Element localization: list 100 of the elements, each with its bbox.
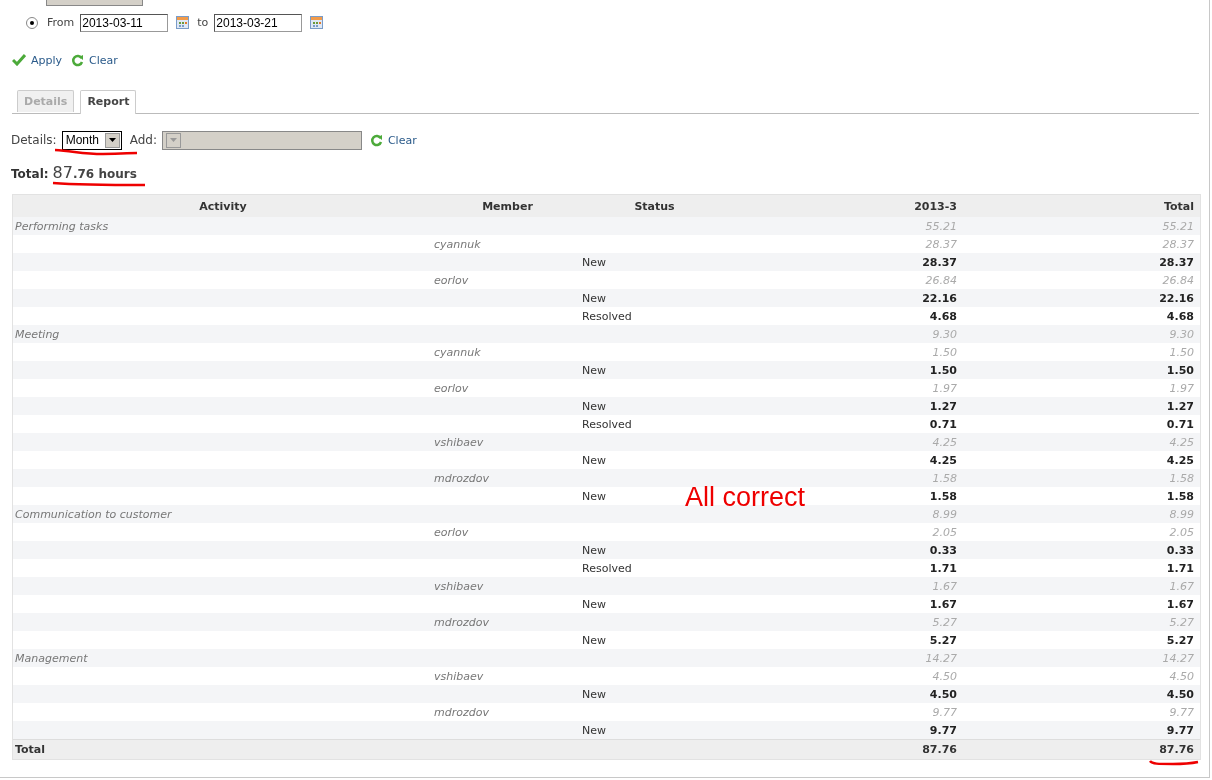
- hours-cell: 55.21: [925, 219, 957, 233]
- hours-cell: 9.77: [932, 705, 957, 719]
- hours-cell: 14.27: [925, 651, 957, 665]
- hours-cell: 0.71: [1166, 417, 1194, 431]
- to-label: to: [197, 16, 209, 29]
- total-value: 87.76 hours: [52, 163, 137, 182]
- hours-cell: 4.25: [929, 453, 957, 467]
- member-cell: cyannuk: [434, 345, 481, 359]
- column-header: Status: [633, 199, 676, 213]
- status-cell: New: [582, 633, 606, 647]
- total-label: Total:: [11, 167, 49, 181]
- refresh-icon[interactable]: [369, 133, 383, 147]
- status-cell: New: [582, 255, 606, 269]
- hours-cell: 1.27: [1166, 399, 1194, 413]
- hours-cell: 5.27: [929, 633, 957, 647]
- status-cell: New: [582, 363, 606, 377]
- status-cell: New: [582, 687, 606, 701]
- hours-cell: 28.37: [925, 237, 957, 251]
- hours-cell: 5.27: [932, 615, 957, 629]
- action-link[interactable]: Apply: [31, 53, 63, 67]
- date-input-field[interactable]: 2013-03-21: [214, 13, 303, 32]
- member-cell: eorlov: [434, 381, 469, 395]
- hours-cell: 1.67: [932, 579, 957, 593]
- hours-cell: 8.99: [932, 507, 957, 521]
- column-header: Total: [1162, 199, 1195, 213]
- hours-cell: 0.33: [929, 543, 957, 557]
- member-cell: eorlov: [434, 525, 469, 539]
- hours-cell: 1.67: [929, 597, 957, 611]
- refresh-icon[interactable]: [71, 53, 85, 67]
- hours-cell: 4.25: [1169, 435, 1194, 449]
- clear-link[interactable]: Clear: [387, 133, 417, 147]
- hours-cell: 9.30: [1169, 327, 1194, 341]
- radio-button[interactable]: [26, 16, 38, 29]
- activity-cell: Performing tasks: [15, 219, 109, 233]
- column-header: Activity: [198, 199, 248, 213]
- activity-cell: Management: [15, 651, 88, 665]
- caret-icon[interactable]: [108, 138, 116, 142]
- status-cell: Resolved: [582, 561, 632, 575]
- hours-cell: 9.77: [1166, 723, 1194, 737]
- hours-cell: 28.37: [1162, 237, 1194, 251]
- action-link[interactable]: Clear: [89, 53, 118, 67]
- hours-cell: 9.77: [1169, 705, 1194, 719]
- member-cell: vshibaev: [434, 435, 484, 449]
- hours-cell: 1.67: [1166, 597, 1194, 611]
- hours-cell: 28.37: [922, 255, 957, 269]
- hours-cell: 4.68: [1166, 309, 1194, 323]
- hours-cell: 9.77: [929, 723, 957, 737]
- total-cell: 87.76: [1159, 743, 1194, 756]
- checkmark-icon[interactable]: [12, 54, 26, 66]
- hours-cell: 1.27: [929, 399, 957, 413]
- hours-cell: 26.84: [925, 273, 957, 287]
- column-header: Member: [481, 199, 534, 213]
- details-dropdown[interactable]: Month: [61, 130, 122, 150]
- hours-cell: 1.67: [1169, 579, 1194, 593]
- hours-cell: 1.71: [929, 561, 957, 575]
- hours-cell: 1.50: [1169, 345, 1194, 359]
- hours-cell: 22.16: [922, 291, 957, 305]
- hours-cell: 4.50: [929, 687, 957, 701]
- total-cell: 87.76: [922, 743, 957, 756]
- status-cell: New: [582, 723, 606, 737]
- tab[interactable]: Report: [80, 90, 137, 114]
- hours-cell: 4.50: [932, 669, 957, 683]
- status-cell: New: [582, 453, 606, 467]
- hours-cell: 4.25: [1166, 453, 1194, 467]
- status-cell: New: [582, 399, 606, 413]
- member-cell: vshibaev: [434, 579, 484, 593]
- member-cell: vshibaev: [434, 669, 484, 683]
- hours-cell: 0.71: [929, 417, 957, 431]
- calendar-icon[interactable]: [176, 16, 190, 29]
- member-cell: eorlov: [434, 273, 469, 287]
- hours-cell: 1.97: [1169, 381, 1194, 395]
- hours-cell: 14.27: [1162, 651, 1194, 665]
- total-label: Total: [15, 743, 46, 756]
- hours-cell: 4.50: [1169, 669, 1194, 683]
- date-input-field[interactable]: 2013-03-11: [80, 13, 169, 32]
- hours-cell: 4.68: [929, 309, 957, 323]
- hours-cell: 1.50: [932, 345, 957, 359]
- hours-cell: 1.58: [1169, 471, 1194, 485]
- hours-cell: 1.71: [1166, 561, 1194, 575]
- underline-mark: [1148, 759, 1200, 767]
- member-cell: mdrozdov: [434, 615, 489, 629]
- add-label: Add:: [129, 133, 157, 147]
- status-cell: Resolved: [582, 417, 632, 431]
- hours-cell: 1.50: [1166, 363, 1194, 377]
- hours-cell: 28.37: [1159, 255, 1194, 269]
- hours-cell: 1.58: [932, 471, 957, 485]
- calendar-icon[interactable]: [310, 16, 324, 29]
- status-cell: Resolved: [582, 309, 632, 323]
- status-cell: New: [582, 291, 606, 305]
- hours-cell: 5.27: [1169, 615, 1194, 629]
- hours-cell: 1.97: [932, 381, 957, 395]
- hours-cell: 26.84: [1162, 273, 1194, 287]
- member-cell: mdrozdov: [434, 471, 489, 485]
- status-cell: New: [582, 489, 606, 503]
- hours-cell: 4.50: [1166, 687, 1194, 701]
- hours-cell: 9.30: [932, 327, 957, 341]
- from-label: From: [47, 16, 75, 29]
- hours-cell: 2.05: [932, 525, 957, 539]
- hours-cell: 55.21: [1162, 219, 1194, 233]
- hours-cell: 5.27: [1166, 633, 1194, 647]
